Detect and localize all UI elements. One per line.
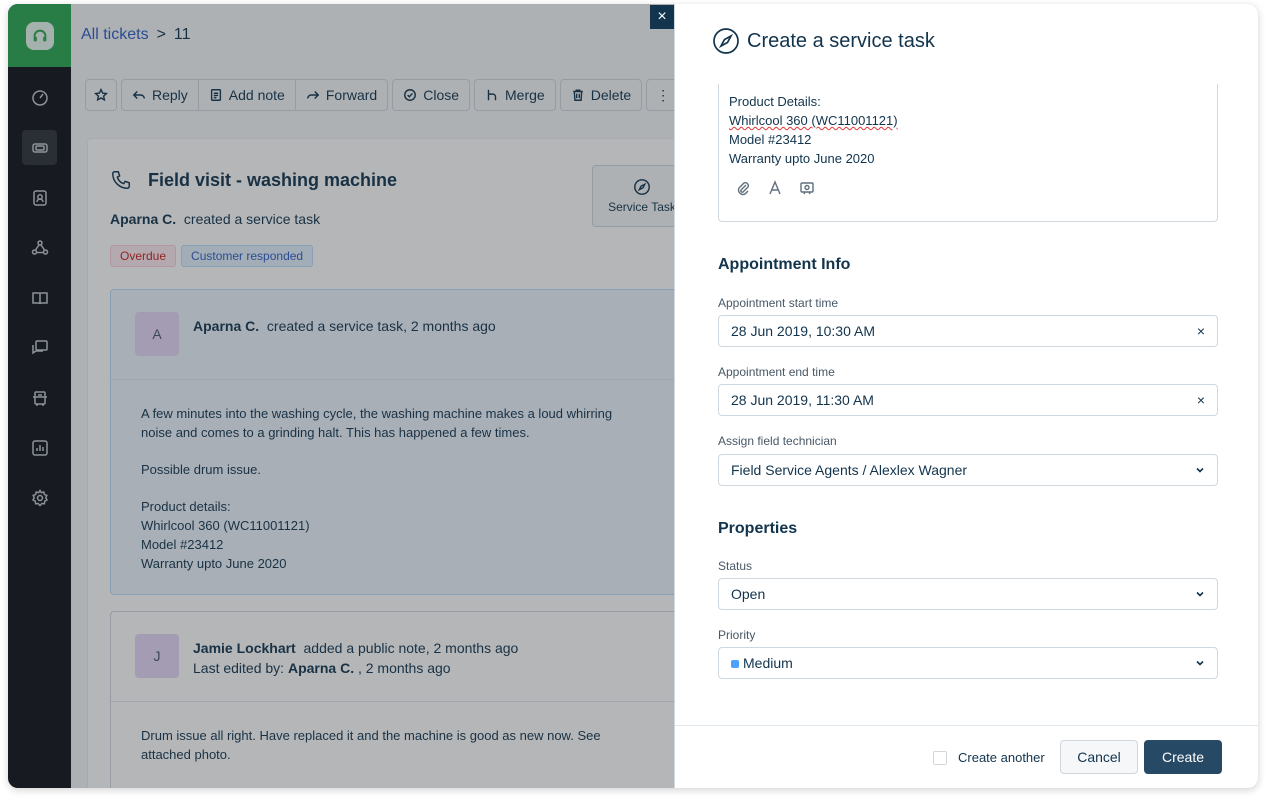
compass-icon	[713, 28, 739, 54]
technician-label: Assign field technician	[718, 434, 837, 448]
text-format-icon[interactable]	[767, 180, 783, 196]
editor-toolbar	[735, 180, 815, 196]
panel-title: Create a service task	[747, 29, 935, 52]
create-service-task-panel: Create a service task Product Details: W…	[674, 4, 1258, 788]
close-panel-button[interactable]: ×	[650, 5, 674, 29]
appointment-section-title: Appointment Info	[718, 256, 851, 273]
description-text: Product Details: Whirlcool 360 (WC110011…	[729, 92, 898, 168]
create-another-label[interactable]: Create another	[958, 750, 1045, 765]
panel-footer: Create another Cancel Create	[675, 725, 1258, 788]
end-time-label: Appointment end time	[718, 365, 835, 379]
create-button[interactable]: Create	[1144, 740, 1222, 774]
cancel-button[interactable]: Cancel	[1060, 740, 1138, 774]
panel-header: Create a service task	[711, 26, 935, 56]
clear-icon[interactable]: ×	[1197, 323, 1205, 339]
status-select[interactable]: Open	[718, 578, 1218, 610]
chevron-down-icon	[1196, 591, 1204, 597]
priority-color-dot	[731, 660, 739, 668]
description-line: Whirlcool 360 (WC11001121)	[729, 113, 898, 128]
start-time-value: 28 Jun 2019, 10:30 AM	[731, 323, 875, 339]
priority-select[interactable]: Medium	[718, 647, 1218, 679]
description-line: Product Details:	[729, 94, 821, 109]
chevron-down-icon	[1196, 467, 1204, 473]
end-time-value: 28 Jun 2019, 11:30 AM	[731, 392, 874, 408]
priority-value: Medium	[743, 655, 793, 671]
start-time-label: Appointment start time	[718, 296, 839, 310]
description-editor[interactable]: Product Details: Whirlcool 360 (WC110011…	[718, 84, 1218, 222]
app-window: All tickets > 11 Reply Add note Forward	[8, 4, 1258, 788]
description-line: Model #23412	[729, 132, 812, 147]
status-label: Status	[718, 559, 753, 573]
clear-icon[interactable]: ×	[1197, 392, 1205, 408]
end-time-field[interactable]: 28 Jun 2019, 11:30 AM ×	[718, 384, 1218, 416]
status-value: Open	[731, 586, 766, 602]
start-time-field[interactable]: 28 Jun 2019, 10:30 AM ×	[718, 315, 1218, 347]
priority-value-wrap: Medium	[731, 655, 793, 671]
create-another-checkbox[interactable]	[933, 751, 947, 765]
technician-select[interactable]: Field Service Agents / Alexlex Wagner	[718, 454, 1218, 486]
description-line: Warranty upto June 2020	[729, 151, 875, 166]
canned-icon[interactable]	[799, 180, 815, 196]
chevron-down-icon	[1196, 660, 1204, 666]
technician-value: Field Service Agents / Alexlex Wagner	[731, 462, 968, 478]
priority-label: Priority	[718, 628, 756, 642]
close-icon: ×	[657, 8, 667, 25]
properties-section-title: Properties	[718, 520, 798, 537]
attach-icon[interactable]	[735, 180, 751, 196]
